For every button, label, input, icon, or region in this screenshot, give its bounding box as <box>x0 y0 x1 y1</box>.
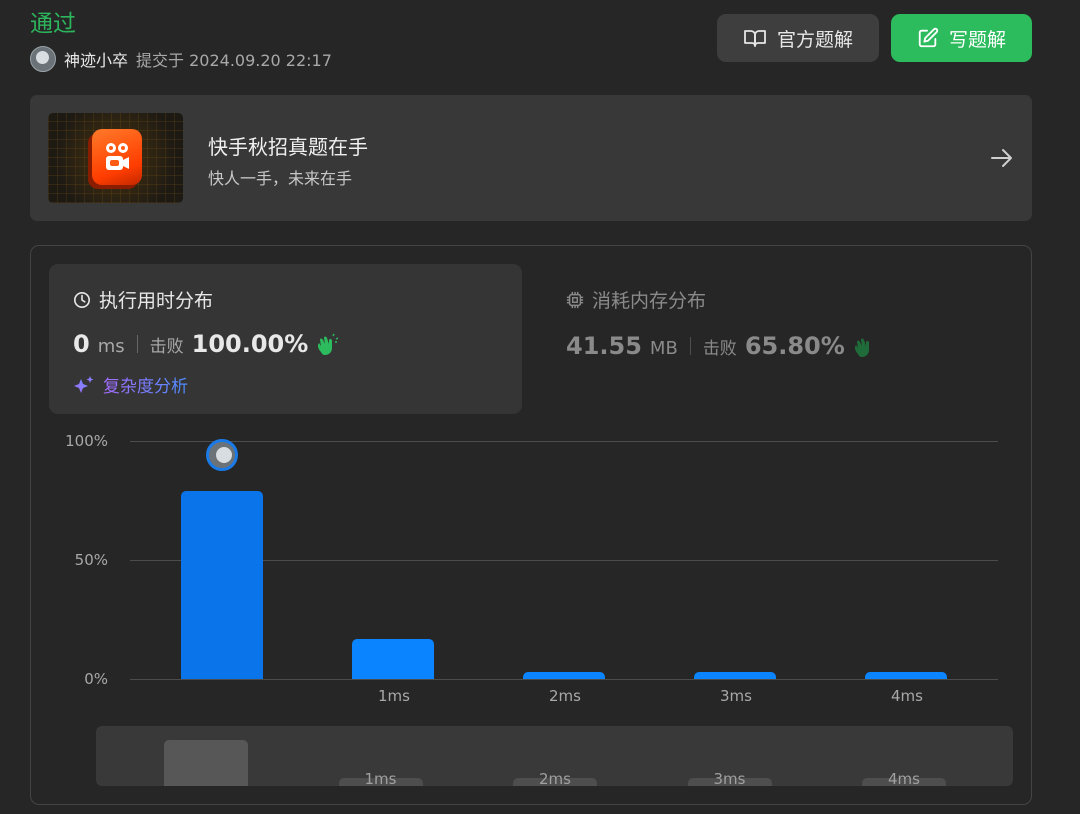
sparkle-icon <box>74 375 94 393</box>
bar-0ms[interactable] <box>181 490 263 679</box>
runtime-title: 执行用时分布 <box>73 286 213 313</box>
runtime-title-label: 执行用时分布 <box>99 290 214 312</box>
x-tick-label: 3ms <box>720 687 752 705</box>
banner-subtitle: 快人一手，未来在手 <box>208 169 353 188</box>
official-solution-button[interactable]: 官方题解 <box>717 14 879 62</box>
mini-tick-label: 4ms <box>888 770 920 786</box>
chart-overview-scrollbar[interactable]: 1ms 2ms 3ms 4ms <box>96 726 1013 786</box>
memory-title-label: 消耗内存分布 <box>592 290 707 312</box>
kuaishou-promo-image <box>48 113 183 203</box>
bar-3ms[interactable] <box>694 671 776 679</box>
memory-card[interactable]: 消耗内存分布 <box>566 286 706 313</box>
chip-icon <box>566 291 584 308</box>
user-name[interactable]: 神迹小卒 <box>64 47 128 71</box>
memory-value: 41.55 <box>566 332 642 360</box>
write-solution-button[interactable]: 写题解 <box>891 14 1032 62</box>
runtime-card[interactable]: 执行用时分布 0 ms 击败 100.00% 复杂度分析 <box>49 264 522 414</box>
memory-beat-value: 65.80% <box>744 332 845 360</box>
arrow-right-icon[interactable] <box>990 147 1014 169</box>
x-tick-label: 2ms <box>549 687 581 705</box>
complexity-analysis-label: 复杂度分析 <box>103 372 188 397</box>
runtime-beat-label: 击败 <box>149 337 184 357</box>
mini-tick-label: 3ms <box>713 770 746 786</box>
official-solution-label: 官方题解 <box>776 28 853 51</box>
edit-icon <box>918 27 939 48</box>
y-tick-label: 50% <box>74 551 108 569</box>
clock-icon <box>73 291 91 308</box>
gridline <box>130 441 998 442</box>
memory-unit: MB <box>649 338 678 359</box>
submission-status: 通过 <box>30 11 76 37</box>
my-submission-avatar[interactable] <box>206 438 238 471</box>
clap-icon <box>854 338 869 357</box>
complexity-analysis-link[interactable]: 复杂度分析 <box>73 372 188 397</box>
runtime-value: 0 <box>73 330 90 358</box>
gridline <box>130 679 998 680</box>
bar-1ms[interactable] <box>352 638 434 679</box>
mini-tick-label: 2ms <box>539 770 571 786</box>
submitted-time: 提交于 2024.09.20 22:17 <box>136 51 332 70</box>
write-solution-label: 写题解 <box>948 28 1006 51</box>
clap-icon <box>318 333 339 355</box>
runtime-metric: 0 ms 击败 100.00% <box>73 330 339 358</box>
mini-tick-label: 1ms <box>364 770 397 786</box>
promo-banner[interactable]: 快手秋招真题在手 快人一手，未来在手 <box>30 95 1032 221</box>
divider <box>689 337 691 355</box>
book-open-icon <box>744 30 766 47</box>
submission-meta: 神迹小卒 提交于 2024.09.20 22:17 <box>30 46 332 72</box>
y-tick-label: 0% <box>84 670 108 688</box>
runtime-unit: ms <box>97 336 125 357</box>
x-tick-label: 4ms <box>891 687 923 705</box>
mini-bar <box>164 740 248 786</box>
memory-metric: 41.55 MB 击败 65.80% <box>566 332 875 360</box>
runtime-beat-value: 100.00% <box>191 330 309 358</box>
memory-beat-label: 击败 <box>702 339 737 359</box>
bar-2ms[interactable] <box>523 671 605 679</box>
avatar[interactable] <box>30 46 56 72</box>
kuaishou-logo-icon <box>92 129 142 185</box>
runtime-distribution-chart[interactable]: 100% 50% 0% 1ms 2ms 3ms 4ms <box>30 430 1030 720</box>
y-tick-label: 100% <box>65 432 108 450</box>
x-tick-label: 1ms <box>378 687 410 705</box>
banner-title: 快手秋招真题在手 <box>208 135 368 159</box>
divider <box>136 335 138 353</box>
bar-4ms[interactable] <box>865 671 947 679</box>
